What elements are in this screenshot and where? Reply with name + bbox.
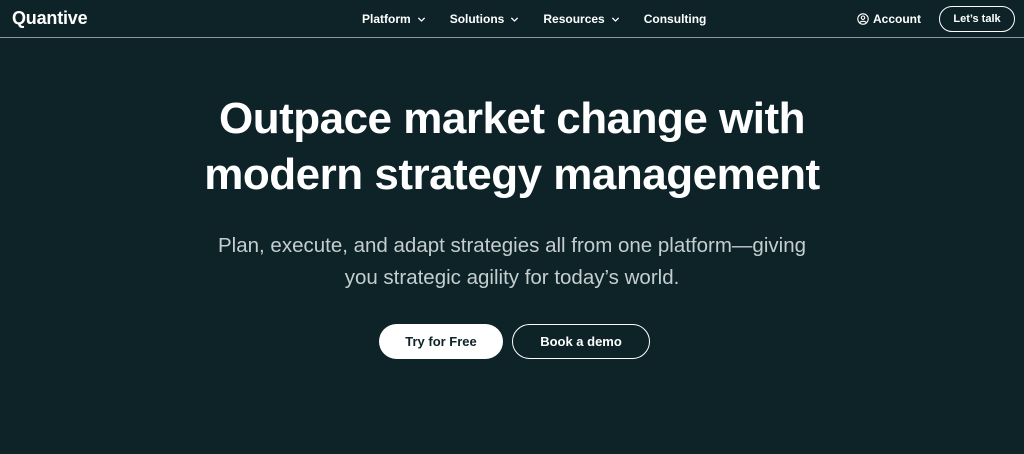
hero-cta-row: Try for Free Book a demo bbox=[379, 324, 650, 359]
nav-item-label: Resources bbox=[543, 12, 605, 26]
hero-subtitle-line-1: Plan, execute, and adapt strategies all … bbox=[218, 234, 806, 257]
hero-title: Outpace market change with modern strate… bbox=[0, 91, 1024, 203]
nav-item-label: Solutions bbox=[449, 12, 505, 26]
account-link[interactable]: Account bbox=[857, 12, 921, 26]
nav-item-label: Consulting bbox=[643, 12, 707, 26]
try-for-free-button[interactable]: Try for Free bbox=[379, 324, 503, 359]
main-menu: Platform Solutions Resources Consulting bbox=[362, 12, 730, 26]
book-demo-button[interactable]: Book a demo bbox=[512, 324, 650, 359]
lets-talk-button[interactable]: Let’s talk bbox=[939, 6, 1015, 32]
chevron-down-icon bbox=[510, 15, 519, 24]
hero-title-line-1: Outpace market change with bbox=[218, 94, 806, 143]
chevron-down-icon bbox=[611, 15, 620, 24]
nav-item-consulting[interactable]: Consulting bbox=[644, 12, 707, 26]
user-circle-icon bbox=[857, 13, 869, 25]
nav-item-label: Platform bbox=[362, 12, 411, 26]
top-nav: Quantive Platform Solutions Resources Co… bbox=[0, 0, 1024, 38]
nav-item-resources[interactable]: Resources bbox=[543, 12, 619, 26]
nav-item-platform[interactable]: Platform bbox=[362, 12, 426, 26]
chevron-down-icon bbox=[417, 15, 426, 24]
hero-subtitle: Plan, execute, and adapt strategies all … bbox=[0, 230, 1024, 294]
quantive-logo[interactable]: Quantive bbox=[12, 8, 88, 29]
hero-title-line-2: modern strategy management bbox=[204, 150, 820, 199]
account-label: Account bbox=[873, 12, 921, 26]
hero-subtitle-line-2: you strategic agility for today’s world. bbox=[344, 266, 680, 289]
nav-item-solutions[interactable]: Solutions bbox=[450, 12, 520, 26]
